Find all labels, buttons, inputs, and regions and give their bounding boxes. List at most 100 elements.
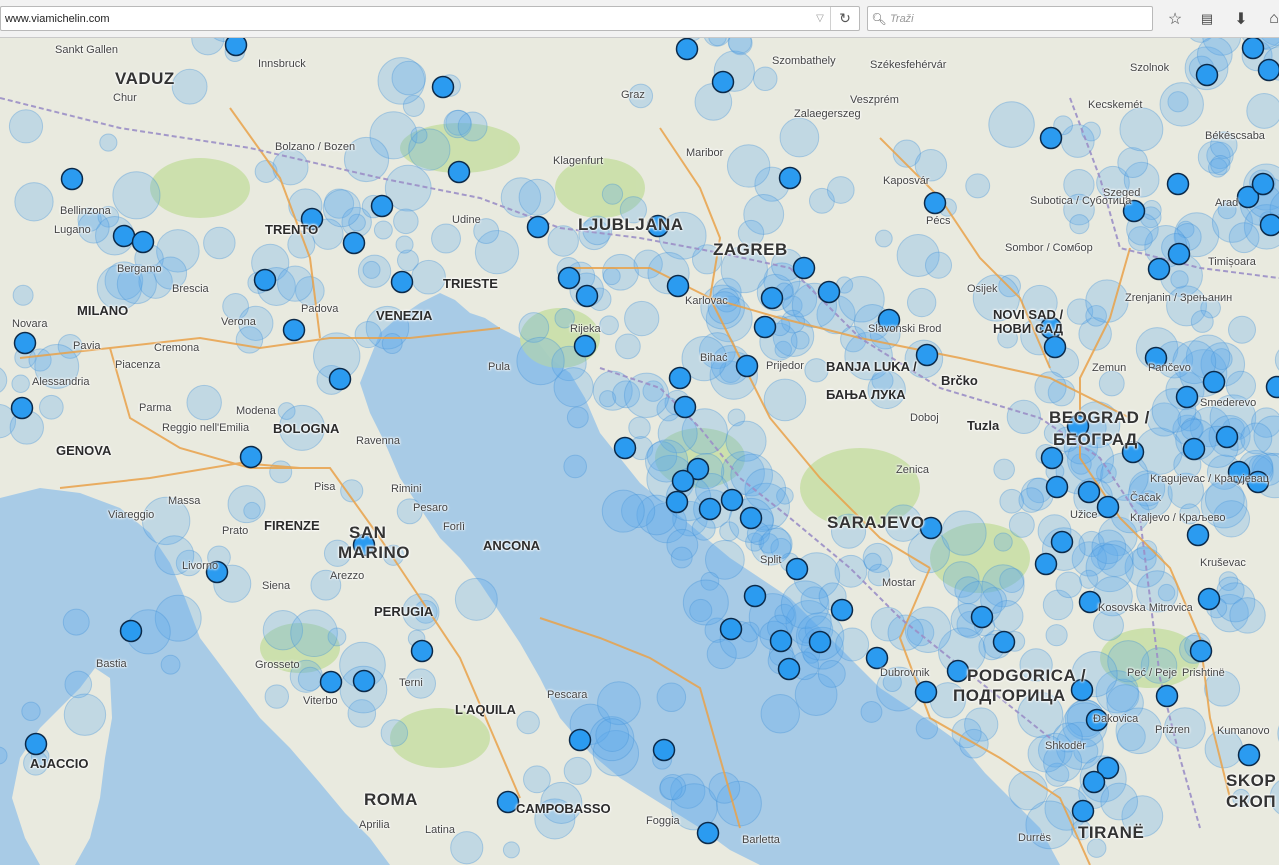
location-marker[interactable] (665, 490, 689, 514)
location-marker[interactable] (573, 334, 597, 358)
location-marker[interactable] (1050, 530, 1074, 554)
density-circle (39, 394, 64, 420)
location-marker[interactable] (743, 584, 767, 608)
location-marker[interactable] (342, 231, 366, 255)
location-marker[interactable] (390, 270, 414, 294)
url-text[interactable]: www.viamichelin.com (1, 13, 810, 25)
location-marker[interactable] (760, 286, 784, 310)
location-marker[interactable] (370, 194, 394, 218)
location-marker[interactable] (671, 469, 695, 493)
label-podgorica: PODGORICA / (967, 666, 1087, 685)
location-marker[interactable] (698, 497, 722, 521)
location-marker[interactable] (1045, 475, 1069, 499)
location-marker[interactable] (119, 619, 143, 643)
label-dakovica: Đakovica (1093, 713, 1139, 725)
reading-list-icon[interactable]: ▤ (1196, 8, 1218, 30)
location-marker[interactable] (526, 215, 550, 239)
location-marker[interactable] (778, 166, 802, 190)
location-marker[interactable] (915, 343, 939, 367)
location-marker[interactable] (253, 268, 277, 292)
location-marker[interactable] (60, 167, 84, 191)
location-marker[interactable] (652, 738, 676, 762)
search-placeholder[interactable]: Traži (890, 13, 914, 25)
location-marker[interactable] (1197, 587, 1221, 611)
location-marker[interactable] (1077, 480, 1101, 504)
home-icon[interactable]: ⌂ (1263, 8, 1279, 30)
location-marker[interactable] (865, 646, 889, 670)
location-marker[interactable] (24, 732, 48, 756)
location-marker[interactable] (992, 630, 1016, 654)
location-marker[interactable] (1147, 257, 1171, 281)
location-marker[interactable] (319, 670, 343, 694)
location-marker[interactable] (673, 395, 697, 419)
location-marker[interactable] (575, 284, 599, 308)
location-marker[interactable] (1195, 63, 1219, 87)
location-marker[interactable] (1251, 172, 1275, 196)
location-marker[interactable] (808, 630, 832, 654)
location-marker[interactable] (1215, 425, 1239, 449)
location-marker[interactable] (1182, 437, 1206, 461)
location-marker[interactable] (1189, 639, 1213, 663)
location-marker[interactable] (1166, 172, 1190, 196)
location-marker[interactable] (282, 318, 306, 342)
location-marker[interactable] (1096, 495, 1120, 519)
location-marker[interactable] (447, 160, 471, 184)
location-marker[interactable] (131, 230, 155, 254)
location-marker[interactable] (1175, 385, 1199, 409)
reload-icon[interactable]: ↻ (830, 7, 859, 30)
location-marker[interactable] (970, 605, 994, 629)
location-marker[interactable] (1039, 126, 1063, 150)
location-marker[interactable] (1202, 370, 1226, 394)
location-marker[interactable] (696, 821, 720, 845)
location-marker[interactable] (735, 354, 759, 378)
bookmark-star-icon[interactable]: ☆ (1164, 8, 1186, 30)
location-marker[interactable] (739, 506, 763, 530)
location-marker[interactable] (946, 659, 970, 683)
location-marker[interactable] (613, 436, 637, 460)
location-marker[interactable] (13, 331, 37, 355)
location-marker[interactable] (769, 629, 793, 653)
label-campobasso: CAMPOBASSO (516, 801, 611, 816)
location-marker[interactable] (1257, 58, 1279, 82)
location-marker[interactable] (817, 280, 841, 304)
location-marker[interactable] (1186, 523, 1210, 547)
location-marker[interactable] (1034, 552, 1058, 576)
location-marker[interactable] (557, 266, 581, 290)
location-marker[interactable] (1082, 770, 1106, 794)
location-marker[interactable] (224, 38, 248, 57)
map-canvas[interactable]: VADUZ LJUBLJANA ZAGREB BANJA LUKA / БАЊА… (0, 38, 1279, 865)
location-marker[interactable] (719, 617, 743, 641)
location-marker[interactable] (239, 445, 263, 469)
location-marker[interactable] (675, 38, 699, 61)
location-marker[interactable] (410, 639, 434, 663)
location-marker[interactable] (753, 315, 777, 339)
location-marker[interactable] (1155, 684, 1179, 708)
location-marker[interactable] (711, 70, 735, 94)
location-marker[interactable] (923, 191, 947, 215)
location-marker[interactable] (431, 75, 455, 99)
location-marker[interactable] (785, 557, 809, 581)
location-marker[interactable] (10, 396, 34, 420)
location-marker[interactable] (112, 224, 136, 248)
search-bar[interactable]: 🔍︎ Traži (867, 6, 1153, 31)
location-marker[interactable] (1237, 743, 1261, 767)
location-marker[interactable] (1043, 335, 1067, 359)
location-marker[interactable] (352, 669, 376, 693)
download-icon[interactable]: ⬇ (1230, 8, 1252, 30)
location-marker[interactable] (1241, 38, 1265, 60)
location-marker[interactable] (777, 657, 801, 681)
location-marker[interactable] (668, 366, 692, 390)
location-marker[interactable] (1040, 446, 1064, 470)
location-marker[interactable] (1167, 242, 1191, 266)
address-bar[interactable]: www.viamichelin.com ▽ ↻ (0, 6, 860, 31)
location-marker[interactable] (1259, 213, 1279, 237)
location-marker[interactable] (328, 367, 352, 391)
location-marker[interactable] (792, 256, 816, 280)
location-marker[interactable] (1071, 799, 1095, 823)
location-marker[interactable] (568, 728, 592, 752)
location-marker[interactable] (830, 598, 854, 622)
url-dropdown-icon[interactable]: ▽ (810, 13, 830, 24)
location-marker[interactable] (914, 680, 938, 704)
location-marker[interactable] (666, 274, 690, 298)
location-marker[interactable] (720, 488, 744, 512)
